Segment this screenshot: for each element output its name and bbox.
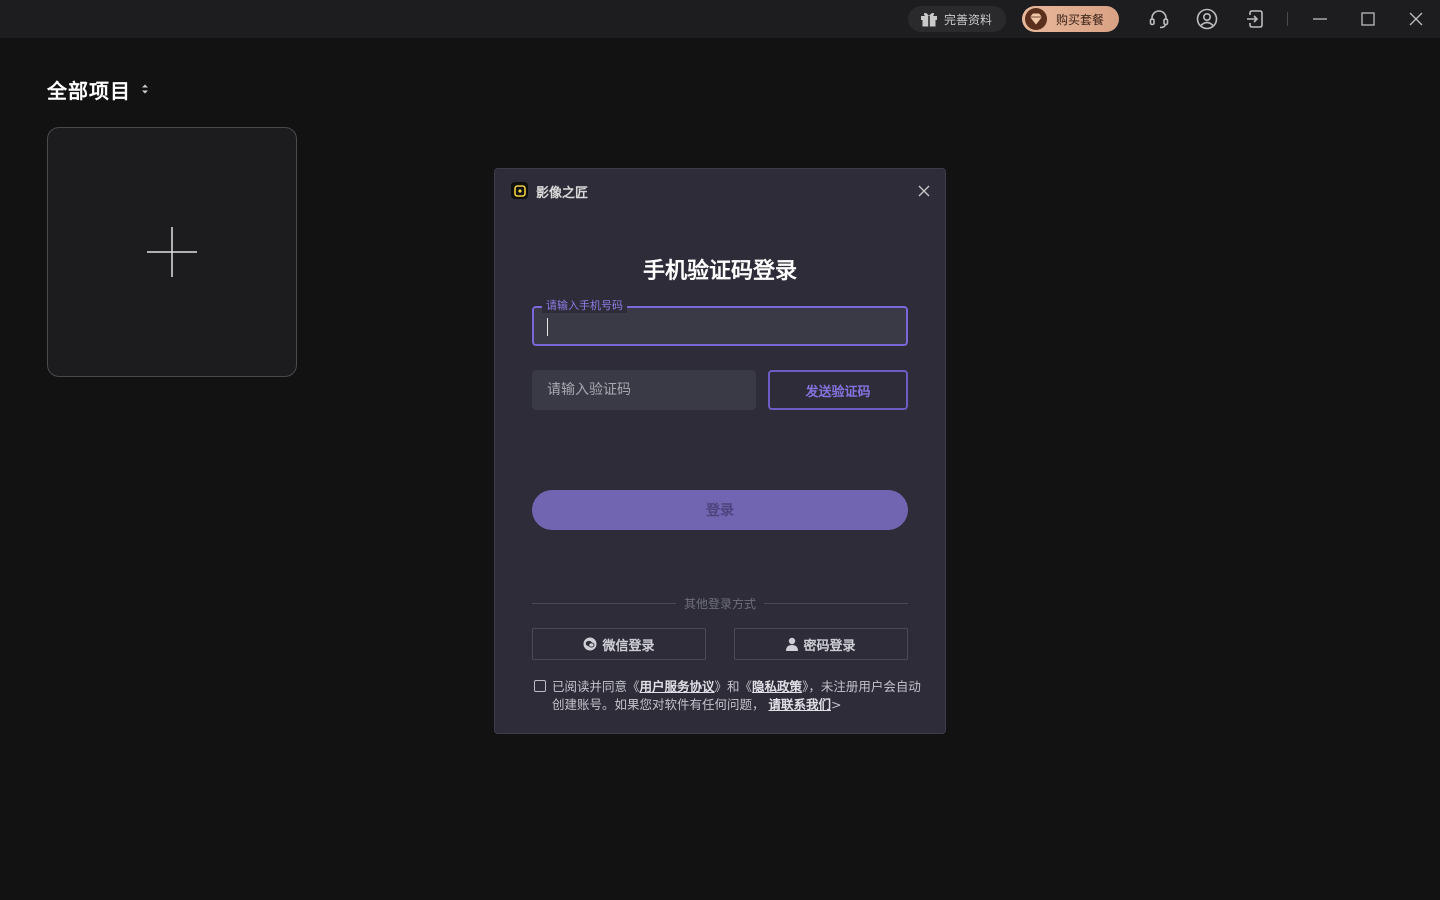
agreement-checkbox[interactable] <box>534 680 546 692</box>
agreement-and: 》和《 <box>714 679 753 694</box>
titlebar-divider <box>1287 12 1288 26</box>
minimize-icon[interactable] <box>1308 7 1332 31</box>
login-dialog: 影像之匠 手机验证码登录 请输入手机号码 发送验证码 登录 其他登录方式 微信登… <box>494 168 946 734</box>
user-agreement-link[interactable]: 用户服务协议 <box>640 679 715 694</box>
user-account-icon[interactable] <box>1195 7 1219 31</box>
privacy-policy-link[interactable]: 隐私政策 <box>752 679 802 694</box>
wechat-login-label: 微信登录 <box>602 638 655 654</box>
wechat-login-button[interactable]: 微信登录 <box>532 628 706 660</box>
close-icon[interactable] <box>1404 7 1428 31</box>
login-button[interactable]: 登录 <box>532 490 908 530</box>
other-methods-divider: 其他登录方式 <box>532 594 909 612</box>
buy-plan-button[interactable]: 购买套餐 <box>1022 6 1119 32</box>
login-heading: 手机验证码登录 <box>642 259 797 284</box>
text-caret <box>547 318 548 336</box>
complete-profile-label: 完善资料 <box>944 12 993 27</box>
phone-input-label: 请输入手机号码 <box>542 299 627 313</box>
buy-plan-label: 购买套餐 <box>1056 12 1105 27</box>
complete-profile-button[interactable]: 完善资料 <box>908 6 1006 32</box>
dialog-close-icon[interactable] <box>915 182 933 200</box>
divider-line-left <box>532 602 676 604</box>
all-projects-title[interactable]: 全部项目 <box>47 75 131 104</box>
divider-line-right <box>764 602 909 604</box>
title-bar: 完善资料 购买套餐 <box>0 0 1440 38</box>
phone-input[interactable]: 请输入手机号码 <box>532 299 908 346</box>
maximize-icon[interactable] <box>1356 7 1380 31</box>
logout-icon[interactable] <box>1243 7 1267 31</box>
agreement-prefix: 已阅读并同意《 <box>552 679 640 694</box>
sort-icon[interactable] <box>139 82 151 96</box>
agreement-text: 已阅读并同意《用户服务协议》和《隐私政策》，未注册用户会自动创建账号。如果您对软… <box>552 678 932 714</box>
user-icon <box>786 637 799 651</box>
verification-code-input[interactable] <box>532 370 756 410</box>
send-code-button[interactable]: 发送验证码 <box>768 370 908 410</box>
agreement-suffix: > <box>831 697 842 712</box>
other-methods-label: 其他登录方式 <box>684 596 757 611</box>
app-logo-icon <box>511 182 528 199</box>
gem-icon <box>1025 8 1047 30</box>
new-project-card[interactable] <box>47 127 297 377</box>
contact-us-link[interactable]: 请联系我们 <box>769 697 832 712</box>
support-headset-icon[interactable] <box>1147 7 1171 31</box>
wechat-icon <box>583 637 597 651</box>
plus-icon <box>147 227 197 277</box>
app-name: 影像之匠 <box>536 186 589 201</box>
password-login-label: 密码登录 <box>803 638 856 654</box>
password-login-button[interactable]: 密码登录 <box>734 628 908 660</box>
gift-icon <box>921 12 937 27</box>
